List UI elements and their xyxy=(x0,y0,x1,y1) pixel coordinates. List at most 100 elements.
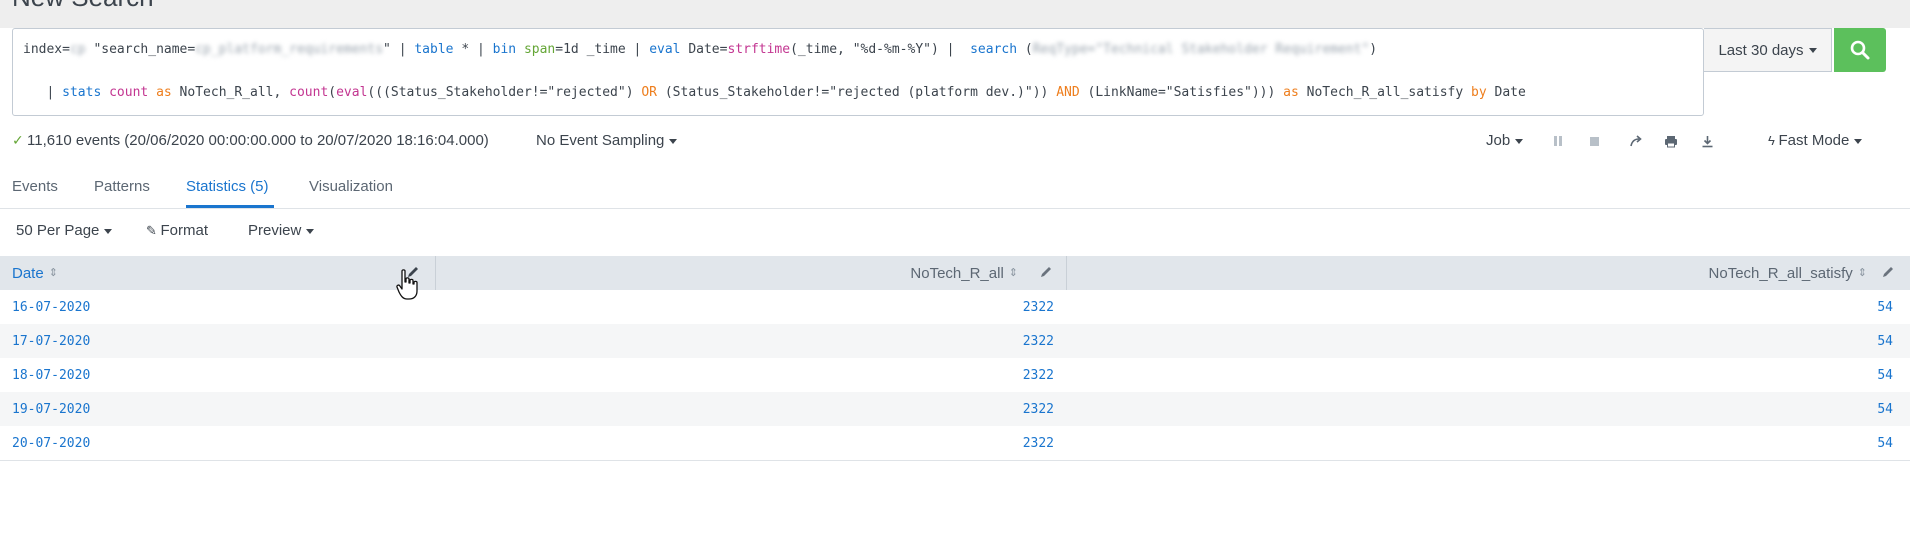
table-row: 20-07-2020 2322 54 xyxy=(0,426,1910,460)
print-icon[interactable] xyxy=(1661,131,1681,151)
search-mode-label: Fast Mode xyxy=(1778,132,1850,149)
search-query-input[interactable]: index=cp "search_name=cp_platform_requir… xyxy=(12,28,1704,116)
spl-text: Date= xyxy=(680,42,728,57)
notech-r-all-satisfy-cell[interactable]: 54 xyxy=(1067,358,1893,392)
column-header-notech-r-all[interactable]: NoTech_R_all ⇕ xyxy=(436,256,1018,290)
pencil-icon: ✎ xyxy=(146,223,161,238)
notech-r-all-satisfy-cell[interactable]: 54 xyxy=(1067,426,1893,460)
spl-keyword: AND xyxy=(1056,85,1080,100)
per-page-label: 50 Per Page xyxy=(16,222,100,239)
lightning-icon: ϟ xyxy=(1768,133,1779,148)
stop-icon[interactable] xyxy=(1584,131,1604,151)
chevron-down-icon xyxy=(1515,138,1524,144)
spl-text xyxy=(516,42,524,57)
spl-text: | xyxy=(23,85,63,100)
notech-r-all-cell[interactable]: 2322 xyxy=(436,324,1054,358)
spl-command: stats xyxy=(62,85,102,100)
export-icon[interactable] xyxy=(1697,131,1717,151)
spl-command: bin xyxy=(492,42,517,57)
notech-r-all-satisfy-cell[interactable]: 54 xyxy=(1067,324,1893,358)
spl-text: (Status_Stakeholder!="rejected (platform… xyxy=(657,85,1057,100)
format-button[interactable]: ✎ Format xyxy=(146,222,208,239)
search-icon xyxy=(1850,40,1870,60)
redacted-text: cp xyxy=(69,42,86,57)
spl-text xyxy=(101,85,109,100)
spl-command: eval xyxy=(649,42,681,57)
spl-text: ( xyxy=(1017,42,1033,57)
table-row: 18-07-2020 2322 54 xyxy=(0,358,1910,392)
spl-function: eval xyxy=(336,85,368,100)
checkmark-icon: ✓ xyxy=(12,132,24,148)
chevron-down-icon xyxy=(306,228,315,234)
table-bottom-border xyxy=(0,460,1910,461)
results-tabs: Events Patterns Statistics (5) Visualiza… xyxy=(0,164,1910,209)
date-cell[interactable]: 19-07-2020 xyxy=(12,392,90,426)
column-header-date[interactable]: Date ⇕ xyxy=(12,256,432,290)
date-cell[interactable]: 17-07-2020 xyxy=(12,324,90,358)
sort-icon: ⇕ xyxy=(1857,266,1867,279)
notech-r-all-satisfy-cell[interactable]: 54 xyxy=(1067,392,1893,426)
job-status-bar: ✓ 11,610 events (20/06/2020 00:00:00.000… xyxy=(0,122,1910,162)
search-query-line-1: index=cp "search_name=cp_platform_requir… xyxy=(23,42,1377,57)
sort-icon: ⇕ xyxy=(1008,266,1018,279)
pause-icon[interactable] xyxy=(1548,131,1568,151)
notech-r-all-cell[interactable]: 2322 xyxy=(436,426,1054,460)
spl-command: table xyxy=(414,42,454,57)
spl-text: ( xyxy=(328,85,337,100)
column-header-notech-r-all-satisfy[interactable]: NoTech_R_all_satisfy ⇕ xyxy=(1067,256,1867,290)
job-label: Job xyxy=(1486,132,1511,149)
notech-r-all-satisfy-cell[interactable]: 54 xyxy=(1067,290,1893,324)
page-title: New Search xyxy=(12,0,154,13)
tab-visualization[interactable]: Visualization xyxy=(309,178,393,195)
search-query-line-2: | stats count as NoTech_R_all, count(eva… xyxy=(23,85,1526,100)
edit-column-icon[interactable] xyxy=(1039,265,1053,279)
date-cell[interactable]: 16-07-2020 xyxy=(12,290,90,324)
event-sampling-dropdown[interactable]: No Event Sampling xyxy=(536,132,678,149)
sort-icon: ⇕ xyxy=(48,266,58,279)
spl-argument: span xyxy=(523,42,556,57)
spl-text: NoTech_R_all_satisfy xyxy=(1298,85,1472,100)
notech-r-all-cell[interactable]: 2322 xyxy=(436,358,1054,392)
tab-patterns[interactable]: Patterns xyxy=(94,178,150,195)
per-page-dropdown[interactable]: 50 Per Page xyxy=(16,222,113,239)
spl-text: NoTech_R_all, xyxy=(171,85,290,100)
spl-text: "search_name= xyxy=(85,42,196,57)
event-count: 11,610 events (20/06/2020 00:00:00.000 t… xyxy=(27,132,489,149)
preview-label: Preview xyxy=(248,222,302,239)
job-menu[interactable]: Job xyxy=(1486,132,1524,149)
notech-r-all-cell[interactable]: 2322 xyxy=(436,290,1054,324)
chevron-down-icon xyxy=(1854,138,1863,144)
spl-text: (((Status_Stakeholder!="rejected") xyxy=(367,85,642,100)
tab-events[interactable]: Events xyxy=(12,178,58,195)
column-header-label: NoTech_R_all_satisfy xyxy=(1708,264,1853,282)
spl-text: Date xyxy=(1486,85,1526,100)
preview-dropdown[interactable]: Preview xyxy=(248,222,315,239)
share-icon[interactable] xyxy=(1625,131,1645,151)
edit-column-icon[interactable] xyxy=(1881,265,1895,279)
chevron-down-icon xyxy=(104,228,113,234)
date-cell[interactable]: 20-07-2020 xyxy=(12,426,90,460)
search-mode-dropdown[interactable]: ϟ Fast Mode xyxy=(1768,132,1863,149)
spl-text: index= xyxy=(23,42,70,57)
date-cell[interactable]: 18-07-2020 xyxy=(12,358,90,392)
spl-command: search xyxy=(970,42,1018,57)
search-button[interactable] xyxy=(1834,28,1886,72)
table-row: 16-07-2020 2322 54 xyxy=(0,290,1910,324)
hand-cursor-icon xyxy=(396,269,418,300)
table-row: 17-07-2020 2322 54 xyxy=(0,324,1910,358)
spl-function: count xyxy=(109,85,149,100)
time-range-picker[interactable]: Last 30 days xyxy=(1704,28,1832,72)
spl-keyword: OR xyxy=(641,85,658,100)
tab-statistics[interactable]: Statistics (5) xyxy=(186,178,269,195)
spl-text: ) xyxy=(1369,42,1378,57)
column-header-label: NoTech_R_all xyxy=(910,264,1004,282)
table-header: Date ⇕ NoTech_R_all ⇕ NoTech_R_all_satisfy… xyxy=(0,256,1910,290)
notech-r-all-cell[interactable]: 2322 xyxy=(436,392,1054,426)
title-bar: New Search xyxy=(0,0,1910,28)
event-sampling-label: No Event Sampling xyxy=(536,132,665,149)
redacted-text: cp_platform_requirements xyxy=(195,42,384,57)
statistics-table: Date ⇕ NoTech_R_all ⇕ NoTech_R_all_satisfy… xyxy=(0,256,1910,461)
chevron-down-icon xyxy=(669,138,678,144)
spl-text: * | xyxy=(453,42,493,57)
spl-text: =1d _time | xyxy=(555,42,650,57)
